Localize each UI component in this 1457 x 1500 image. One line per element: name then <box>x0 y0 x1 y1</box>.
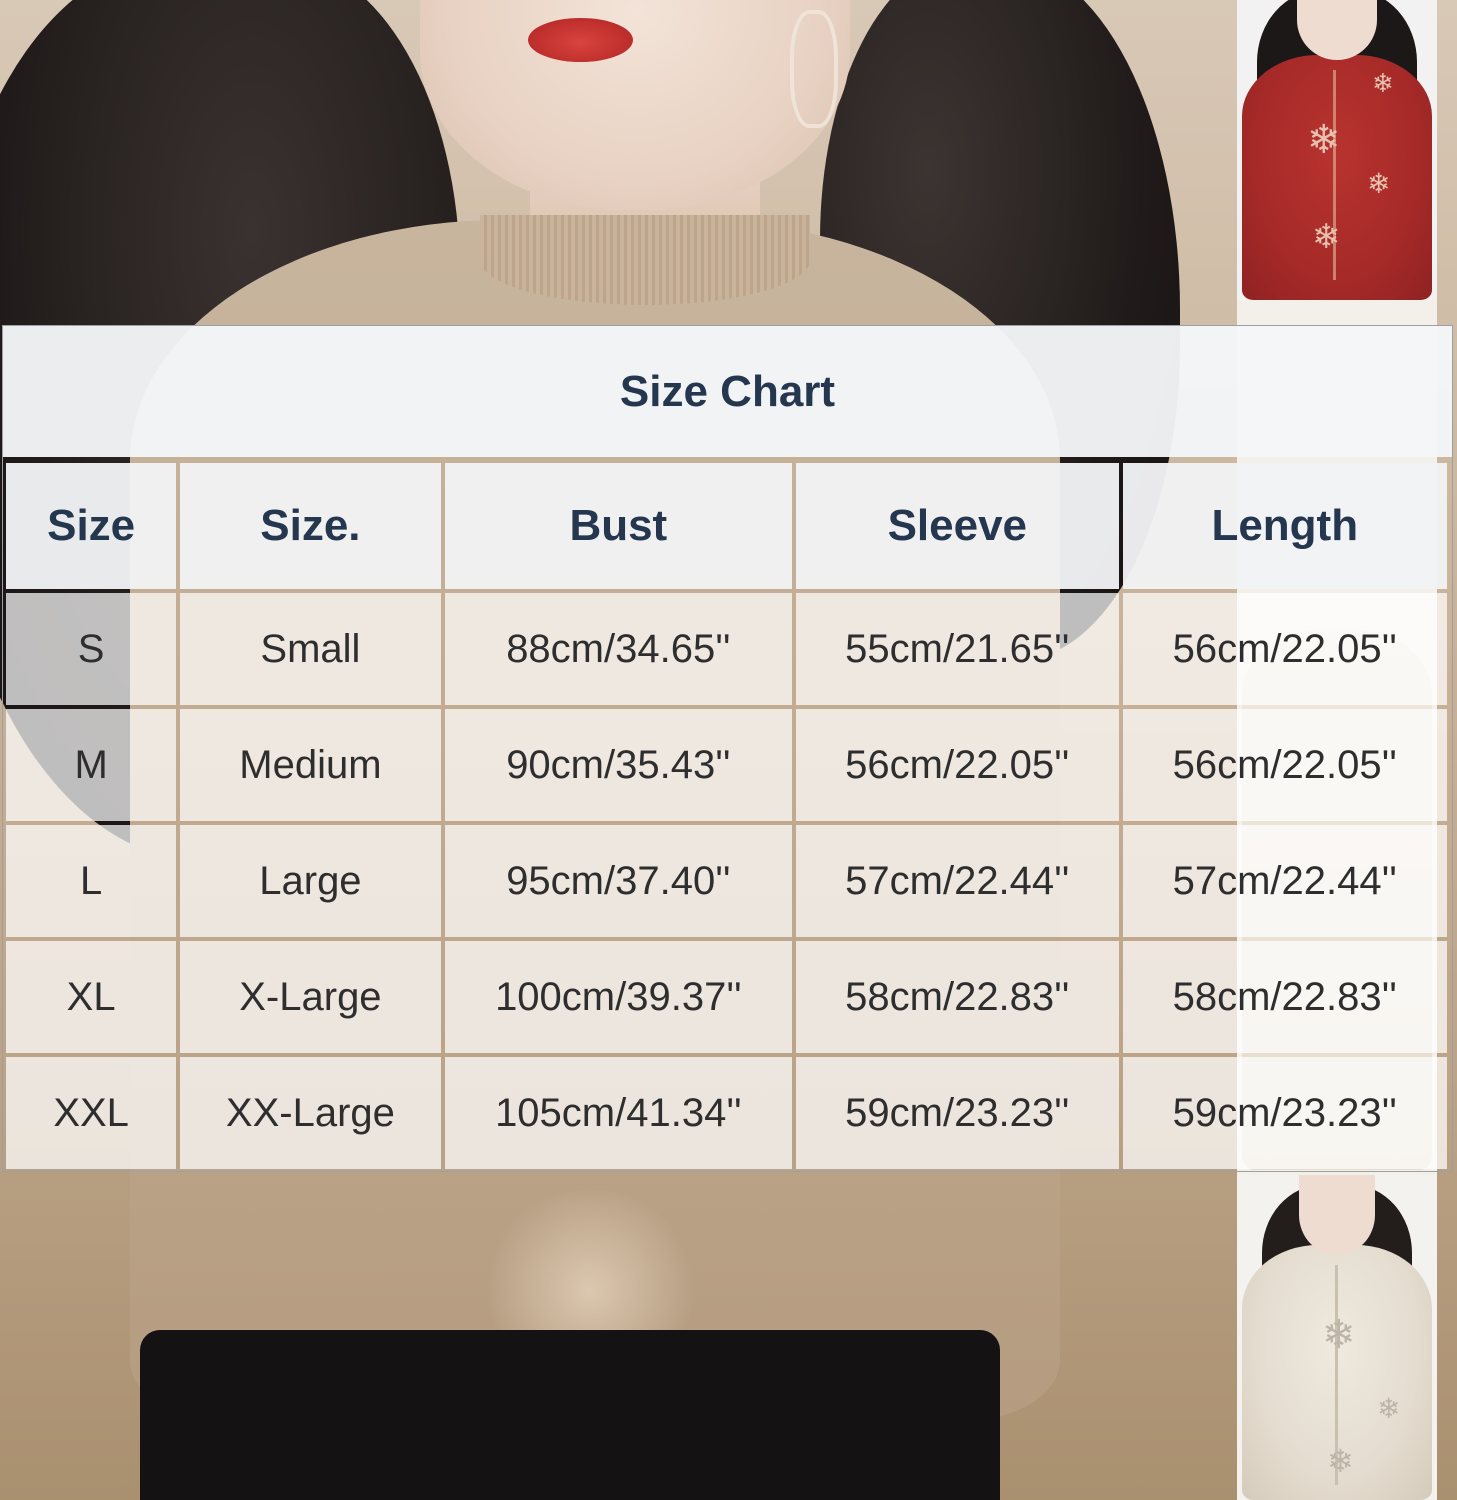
cell-bust: 90cm/35.43'' <box>444 709 793 821</box>
snowflake-icon: ❄ <box>1307 118 1341 162</box>
table-row: XL X-Large 100cm/39.37'' 58cm/22.83'' 58… <box>6 941 1447 1053</box>
snowflake-icon: ❄ <box>1312 218 1341 256</box>
thumbnail-sweater <box>1242 55 1432 300</box>
cell-size: XL <box>6 941 177 1053</box>
model-pants <box>140 1330 1000 1500</box>
cell-bust: 95cm/37.40'' <box>444 825 793 937</box>
earring-icon <box>790 10 838 128</box>
table-header-row: Size Size. Bust Sleeve Length <box>6 463 1447 589</box>
cell-sleeve: 57cm/22.44'' <box>796 825 1119 937</box>
model-face <box>420 0 850 210</box>
cell-size: XXL <box>6 1057 177 1169</box>
cell-sleeve: 55cm/21.65'' <box>796 593 1119 705</box>
size-chart-title: Size Chart <box>619 367 836 416</box>
model-lips <box>528 18 633 62</box>
column-header-size: Size <box>6 463 177 589</box>
cell-size-name: Medium <box>180 709 441 821</box>
table-row: XXL XX-Large 105cm/41.34'' 59cm/23.23'' … <box>6 1057 1447 1169</box>
column-header-length: Length <box>1122 463 1447 589</box>
snowflake-icon: ❄ <box>1377 1393 1401 1424</box>
cell-size-name: Large <box>180 825 441 937</box>
cell-size: M <box>6 709 177 821</box>
cell-bust: 88cm/34.65'' <box>444 593 793 705</box>
cell-length: 57cm/22.44'' <box>1122 825 1447 937</box>
table-row: M Medium 90cm/35.43'' 56cm/22.05'' 56cm/… <box>6 709 1447 821</box>
snowflake-icon: ❄ <box>1372 68 1394 98</box>
cell-size: S <box>6 593 177 705</box>
column-header-size-name: Size. <box>180 463 441 589</box>
snowflake-icon: ❄ <box>1322 1313 1356 1357</box>
cell-length: 59cm/23.23'' <box>1122 1057 1447 1169</box>
variant-thumbnail-white: ❄ ❄ ❄ <box>1237 1175 1437 1500</box>
cell-length: 58cm/22.83'' <box>1122 941 1447 1053</box>
size-chart-title-bar: Size Chart <box>3 326 1452 457</box>
cell-length: 56cm/22.05'' <box>1122 709 1447 821</box>
column-header-sleeve: Sleeve <box>796 463 1119 589</box>
variant-thumbnail-red: ❄ ❄ ❄ ❄ <box>1237 0 1437 300</box>
thumbnail-face <box>1299 1175 1375 1255</box>
cell-size-name: XX-Large <box>180 1057 441 1169</box>
cell-size-name: Small <box>180 593 441 705</box>
column-header-bust: Bust <box>444 463 793 589</box>
cell-sleeve: 56cm/22.05'' <box>796 709 1119 821</box>
cell-size: L <box>6 825 177 937</box>
snowflake-icon: ❄ <box>1367 168 1391 199</box>
cell-length: 56cm/22.05'' <box>1122 593 1447 705</box>
table-row: S Small 88cm/34.65'' 55cm/21.65'' 56cm/2… <box>6 593 1447 705</box>
size-chart-table: Size Size. Bust Sleeve Length S Small 88… <box>2 459 1451 1173</box>
snowflake-icon: ❄ <box>1327 1443 1354 1479</box>
cell-bust: 105cm/41.34'' <box>444 1057 793 1169</box>
sweater-collar <box>480 215 810 305</box>
cell-sleeve: 58cm/22.83'' <box>796 941 1119 1053</box>
cell-bust: 100cm/39.37'' <box>444 941 793 1053</box>
cell-sleeve: 59cm/23.23'' <box>796 1057 1119 1169</box>
size-chart: Size Chart Size Size. Bust Sleeve Length… <box>2 325 1453 1172</box>
table-row: L Large 95cm/37.40'' 57cm/22.44'' 57cm/2… <box>6 825 1447 937</box>
cell-size-name: X-Large <box>180 941 441 1053</box>
